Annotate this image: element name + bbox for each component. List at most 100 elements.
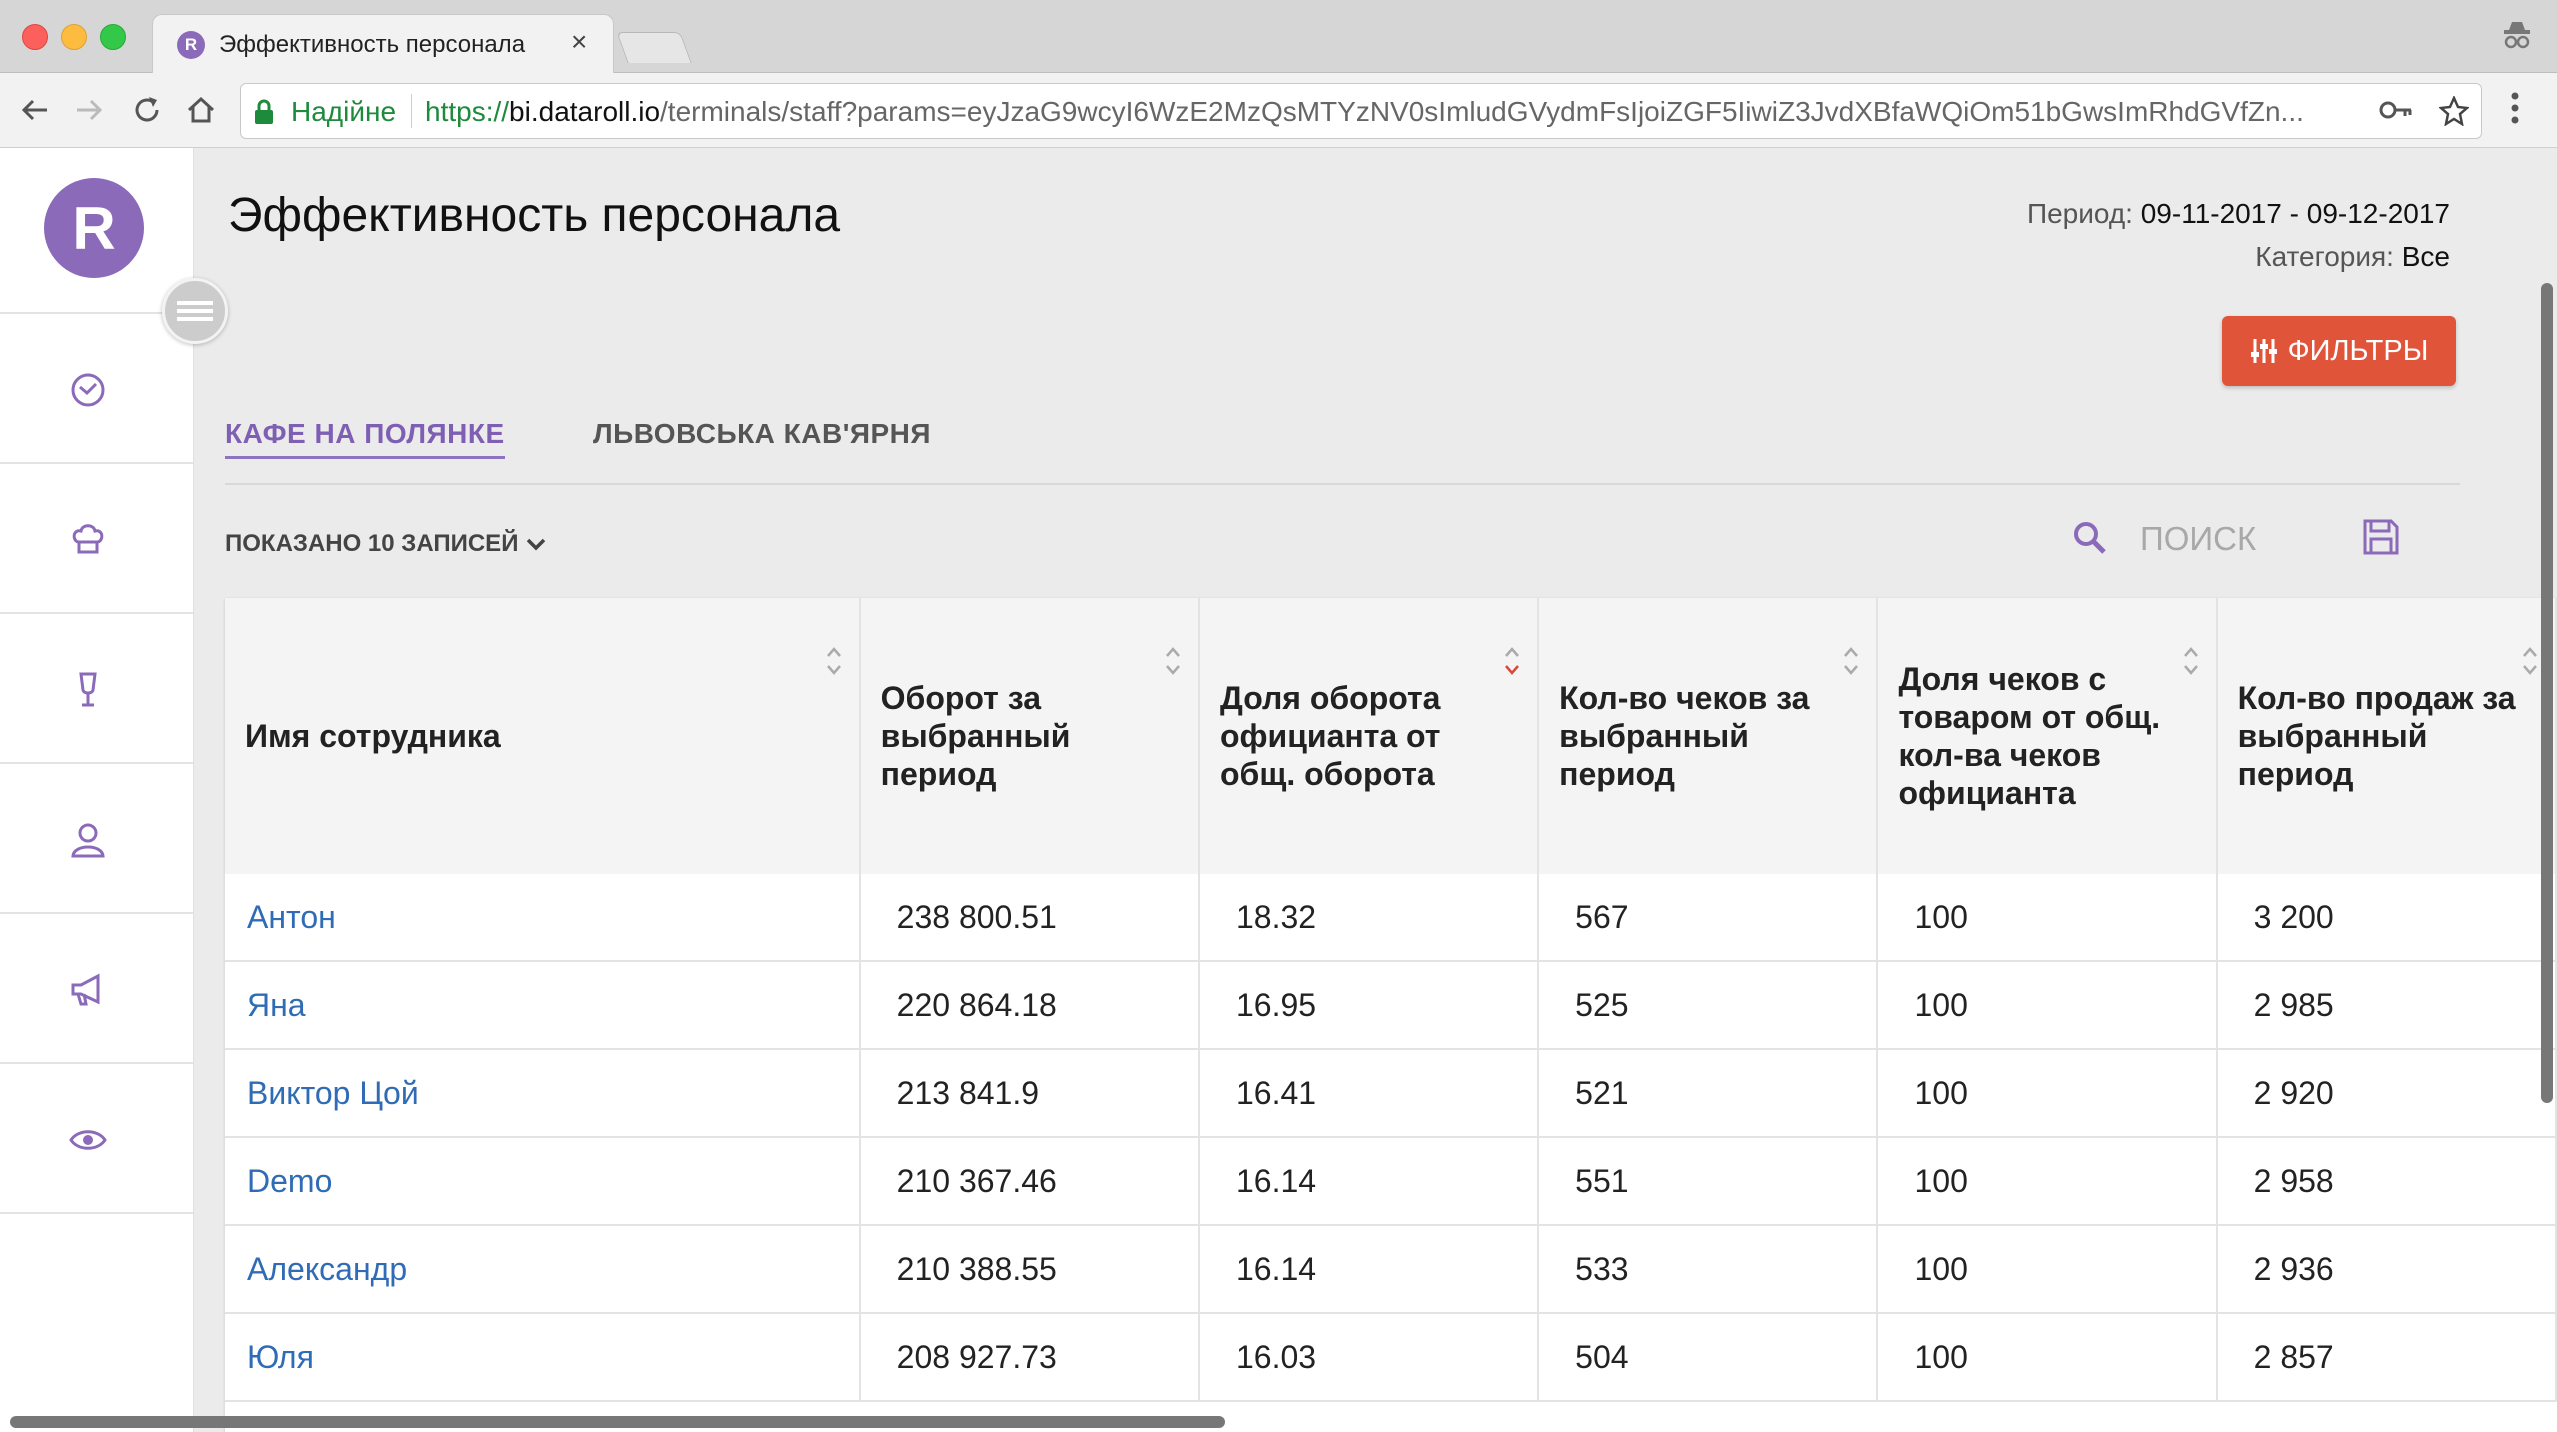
vertical-scrollbar[interactable] xyxy=(2541,283,2553,1103)
search-icon[interactable] xyxy=(2072,520,2108,561)
table-cell: 2 958 xyxy=(2216,1137,2557,1226)
employee-name-link[interactable]: Александр xyxy=(225,1225,861,1314)
sort-icon[interactable] xyxy=(1842,644,1860,678)
sidebar-toggle-button[interactable] xyxy=(162,278,228,344)
app-logo[interactable]: R xyxy=(44,178,144,278)
column-header-checks-count[interactable]: Кол-во чеков за выбранный период xyxy=(1538,598,1879,874)
eye-icon[interactable] xyxy=(66,1118,110,1162)
table-cell: 220 864.18 xyxy=(859,961,1201,1050)
table-cell: 533 xyxy=(1538,1225,1879,1314)
url-text[interactable]: https://bi.dataroll.io/terminals/staff?p… xyxy=(425,96,2325,128)
lock-icon xyxy=(253,99,275,130)
bookmark-star-icon[interactable] xyxy=(2438,94,2470,131)
table-cell: 100 xyxy=(1877,1313,2218,1402)
dashboard-icon[interactable] xyxy=(66,368,110,412)
profile-icon[interactable] xyxy=(2500,18,2534,57)
table-cell: 100 xyxy=(1877,1137,2218,1226)
table-cell: 100 xyxy=(1877,961,2218,1050)
browser-tab-bar: R Эффективность персонала × xyxy=(0,0,2557,73)
browser-tab[interactable]: R Эффективность персонала × xyxy=(152,14,614,73)
forward-icon[interactable] xyxy=(70,91,108,129)
table-cell: 100 xyxy=(1877,874,2218,962)
window-close-button[interactable] xyxy=(22,24,48,50)
table-row: Юля 208 927.73 16.03 504 100 2 857 xyxy=(225,1313,2557,1402)
filters-label: ФИЛЬТРЫ xyxy=(2287,334,2429,367)
page-size-label: ПОКАЗАНО 10 ЗАПИСЕЙ xyxy=(225,530,519,557)
url-separator xyxy=(411,94,412,128)
tab-kafe-na-polyanke[interactable]: КАФЕ НА ПОЛЯНКЕ xyxy=(225,418,505,459)
sidebar-divider xyxy=(0,912,193,914)
column-header-name[interactable]: Имя сотрудника xyxy=(225,598,861,874)
chevron-down-icon xyxy=(527,538,546,551)
table-cell: 2 936 xyxy=(2216,1225,2557,1314)
table-cell: 210 367.46 xyxy=(859,1137,1201,1226)
sort-icon[interactable] xyxy=(2521,644,2539,678)
sidebar-divider xyxy=(0,762,193,764)
table-cell: 100 xyxy=(1877,1225,2218,1314)
sort-icon[interactable] xyxy=(2182,644,2200,678)
table-cell: 2 920 xyxy=(2216,1049,2557,1138)
window-maximize-button[interactable] xyxy=(100,24,126,50)
sidebar: R xyxy=(0,148,194,1432)
period-value: 09-11-2017 - 09-12-2017 xyxy=(2140,198,2450,229)
browser-menu-icon[interactable] xyxy=(2510,91,2520,130)
address-bar[interactable]: Надійне https://bi.dataroll.io/terminals… xyxy=(240,83,2482,139)
table-cell: 16.41 xyxy=(1199,1049,1540,1138)
chef-hat-icon[interactable] xyxy=(66,518,110,562)
column-header-turnover-share[interactable]: Доля оборота официанта от общ. оборота xyxy=(1199,598,1540,874)
new-tab-button[interactable] xyxy=(616,32,692,63)
sidebar-divider xyxy=(0,462,193,464)
sort-desc-icon[interactable] xyxy=(1503,644,1521,678)
app-area: R Эффективность персонала Период: 09-11-… xyxy=(0,148,2557,1432)
sort-icon[interactable] xyxy=(825,644,843,678)
filters-button[interactable]: ФИЛЬТРЫ xyxy=(2222,316,2456,386)
category-value: Все xyxy=(2401,241,2450,272)
table-cell: 2 857 xyxy=(2216,1313,2557,1402)
column-header-turnover[interactable]: Оборот за выбранный период xyxy=(859,598,1201,874)
window-minimize-button[interactable] xyxy=(61,24,87,50)
sort-icon[interactable] xyxy=(1164,644,1182,678)
table-cell: 18.32 xyxy=(1199,874,1540,962)
table-cell: 504 xyxy=(1538,1313,1879,1402)
back-icon[interactable] xyxy=(16,91,54,129)
employee-name-link[interactable]: Demo xyxy=(225,1137,861,1226)
megaphone-icon[interactable] xyxy=(66,968,110,1012)
table-cell: 525 xyxy=(1538,961,1879,1050)
horizontal-scrollbar[interactable] xyxy=(10,1416,1225,1428)
secure-label: Надійне xyxy=(291,96,397,127)
table-row: Виктор Цой 213 841.9 16.41 521 100 2 920 xyxy=(225,1049,2557,1138)
reload-icon[interactable] xyxy=(128,91,166,129)
table-cell: 238 800.51 xyxy=(859,874,1201,962)
table-row: Demo 210 367.46 16.14 551 100 2 958 xyxy=(225,1137,2557,1226)
search-input[interactable] xyxy=(2130,516,2350,562)
page-title: Эффективность персонала xyxy=(228,189,841,242)
home-icon[interactable] xyxy=(182,91,220,129)
tab-close-icon[interactable]: × xyxy=(571,27,587,57)
tab-title: Эффективность персонала xyxy=(219,31,526,58)
column-header-label: Имя сотрудника xyxy=(245,718,501,754)
staff-table-container: Имя сотрудника Оборот за выбранный перио… xyxy=(225,598,2557,1432)
employee-name-link[interactable]: Яна xyxy=(225,961,861,1050)
staff-table: Имя сотрудника Оборот за выбранный перио… xyxy=(225,598,2557,1402)
page-size-dropdown[interactable]: ПОКАЗАНО 10 ЗАПИСЕЙ xyxy=(225,530,546,558)
employee-name-link[interactable]: Юля xyxy=(225,1313,861,1402)
table-cell: 210 388.55 xyxy=(859,1225,1201,1314)
employee-name-link[interactable]: Антон xyxy=(225,874,861,962)
column-header-label: Оборот за выбранный период xyxy=(880,680,1071,792)
column-header-sales-count[interactable]: Кол-во продаж за выбранный период xyxy=(2216,598,2557,874)
glass-icon[interactable] xyxy=(66,668,110,712)
employee-name-link[interactable]: Виктор Цой xyxy=(225,1049,861,1138)
table-cell: 567 xyxy=(1538,874,1879,962)
key-icon[interactable] xyxy=(2379,99,2413,126)
tab-favicon-icon: R xyxy=(177,31,205,59)
hamburger-icon xyxy=(177,301,213,321)
user-icon[interactable] xyxy=(66,818,110,862)
table-row: Антон 238 800.51 18.32 567 100 3 200 xyxy=(225,874,2557,962)
save-icon[interactable] xyxy=(2362,518,2400,561)
table-row: Яна 220 864.18 16.95 525 100 2 985 xyxy=(225,961,2557,1050)
tab-lvovska-kavyarnya[interactable]: ЛЬВОВСЬКА КАВ'ЯРНЯ xyxy=(593,418,931,450)
table-cell: 16.14 xyxy=(1199,1137,1540,1226)
table-cell: 213 841.9 xyxy=(859,1049,1201,1138)
column-header-checks-share[interactable]: Доля чеков с товаром от общ. кол-ва чеко… xyxy=(1877,598,2218,874)
sidebar-divider xyxy=(0,612,193,614)
